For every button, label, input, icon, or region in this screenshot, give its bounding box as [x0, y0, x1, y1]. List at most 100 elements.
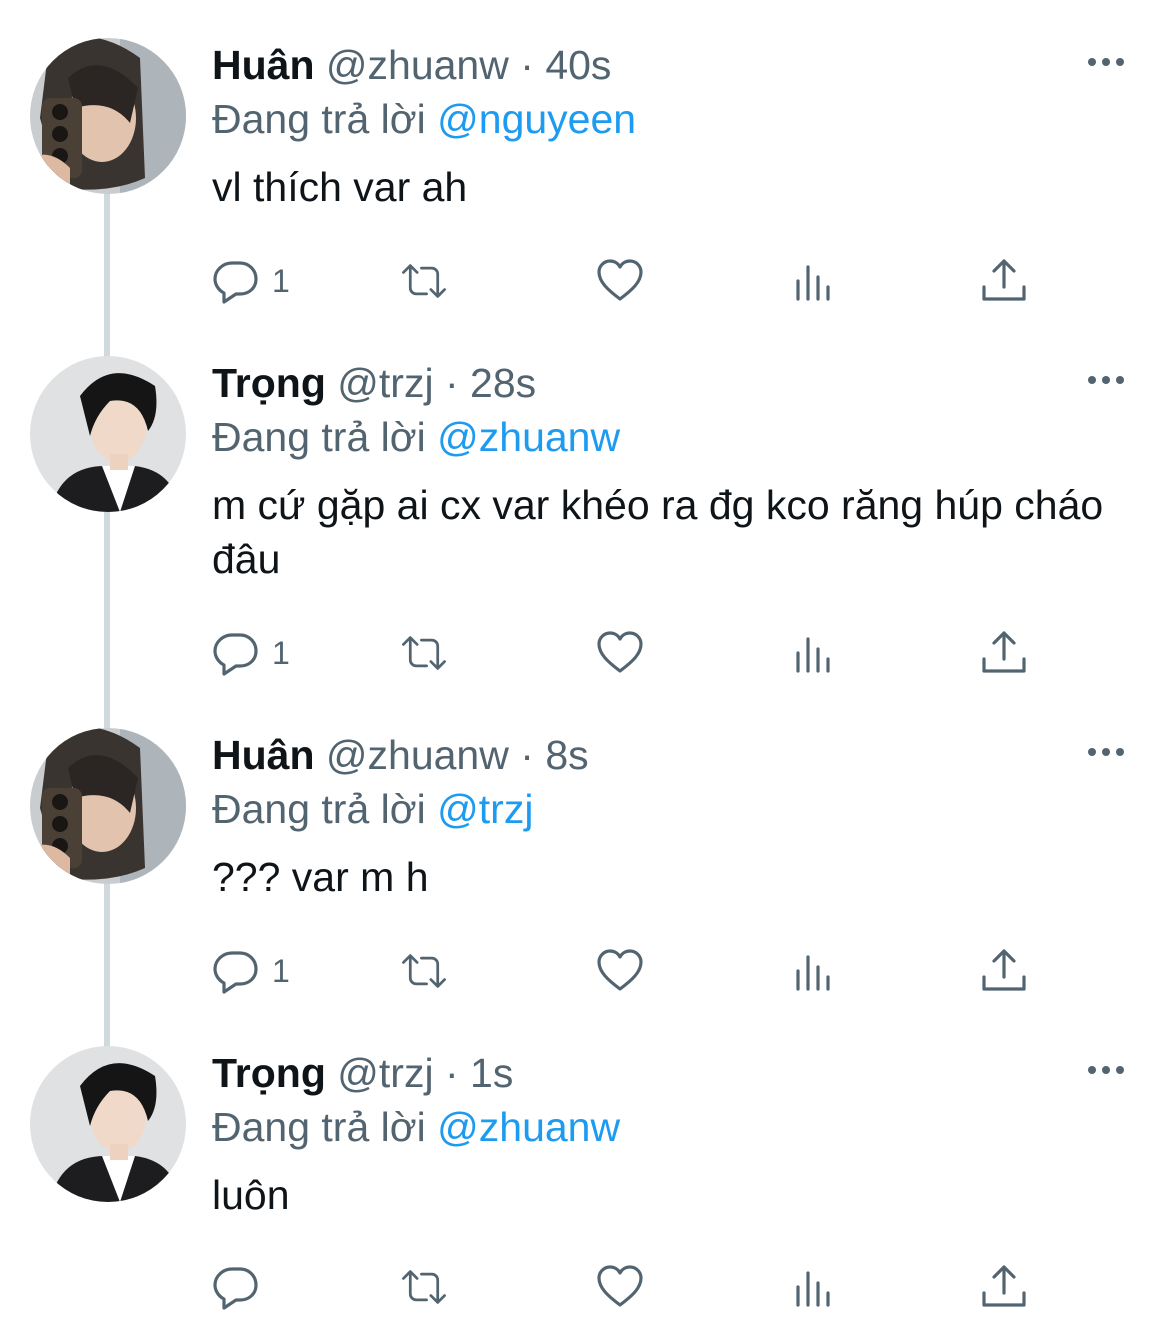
reply-prefix: Đang trả lời [212, 786, 426, 832]
analytics-button[interactable] [790, 1262, 838, 1312]
reply-prefix: Đang trả lời [212, 414, 426, 460]
tweet-content: Trọng @trzj · 1s Đang trả lời @zhuanw lu… [212, 1046, 1110, 1222]
tweet-content: Huân @zhuanw · 8s Đang trả lời @trzj ???… [212, 728, 1110, 904]
timestamp[interactable]: 1s [470, 1050, 513, 1096]
author-name[interactable]: Huân [212, 732, 315, 778]
share-icon [982, 259, 1026, 301]
separator: · [520, 732, 534, 778]
timestamp[interactable]: 8s [545, 732, 588, 778]
analytics-button[interactable] [790, 256, 838, 306]
reply-mention-link[interactable]: @zhuanw [437, 414, 620, 460]
reply-button[interactable]: 1 [212, 256, 290, 306]
avatar[interactable] [30, 1046, 186, 1202]
tweet-content: Trọng @trzj · 28s Đang trả lời @zhuanw m… [212, 356, 1110, 586]
author-handle[interactable]: @trzj [337, 1050, 433, 1096]
analytics-button[interactable] [790, 946, 838, 996]
like-icon [597, 949, 643, 991]
separator: · [520, 42, 534, 88]
retweet-icon [402, 954, 446, 988]
reply-icon [213, 951, 258, 994]
tweet-text: ??? var m h [212, 854, 429, 900]
tweet-thread: Huân @zhuanw · 40s Đang trả lời @nguyeen… [0, 0, 1170, 1340]
author-handle[interactable]: @trzj [337, 360, 433, 406]
reply-count: 1 [272, 262, 290, 299]
more-icon[interactable] [1086, 744, 1126, 760]
avatar[interactable] [30, 356, 186, 512]
separator: · [444, 1050, 459, 1096]
retweet-button[interactable] [400, 628, 448, 678]
analytics-icon [796, 955, 830, 991]
reply-mention-link[interactable]: @zhuanw [437, 1104, 620, 1150]
author-name[interactable]: Trọng [212, 360, 326, 406]
reply-mention-link[interactable]: @trzj [437, 786, 533, 832]
tweet-header: Trọng @trzj · 28s [212, 356, 1110, 410]
tweet-text: vl thích var ah [212, 164, 468, 210]
reply-context: Đang trả lời @zhuanw [212, 410, 1110, 464]
like-button[interactable] [596, 946, 644, 996]
tweet-actions: 1 [212, 628, 1042, 678]
tweet-text: luôn [212, 1172, 290, 1218]
reply-context: Đang trả lời @zhuanw [212, 1100, 1110, 1154]
retweet-button[interactable] [400, 1262, 448, 1312]
share-button[interactable] [980, 1262, 1028, 1312]
reply-mention-link[interactable]: @nguyeen [437, 96, 636, 142]
reply-context: Đang trả lời @trzj [212, 782, 1110, 836]
huan-avatar-icon [30, 38, 186, 194]
reply-icon [213, 633, 258, 676]
like-button[interactable] [596, 628, 644, 678]
tweet-text: m cứ gặp ai cx var khéo ra đg kco răng h… [212, 482, 1104, 582]
timestamp[interactable]: 40s [545, 42, 611, 88]
share-icon [982, 1265, 1026, 1307]
retweet-button[interactable] [400, 946, 448, 996]
analytics-icon [796, 265, 830, 301]
retweet-icon [402, 636, 446, 670]
reply-button[interactable]: 1 [212, 628, 290, 678]
trong-avatar-icon [30, 1046, 186, 1202]
tweet-actions [212, 1262, 1042, 1312]
reply-prefix: Đang trả lời [212, 1104, 426, 1150]
tweet-header: Huân @zhuanw · 40s [212, 38, 1110, 92]
reply-count: 1 [272, 634, 290, 671]
share-icon [982, 631, 1026, 673]
share-icon [982, 949, 1026, 991]
tweet-header: Huân @zhuanw · 8s [212, 728, 1110, 782]
timestamp[interactable]: 28s [470, 360, 536, 406]
thread-line [104, 882, 110, 1052]
more-icon[interactable] [1086, 1062, 1126, 1078]
reply-button[interactable]: 1 [212, 946, 290, 996]
trong-avatar-icon [30, 356, 186, 512]
analytics-icon [796, 1271, 830, 1307]
reply-button[interactable] [212, 1262, 272, 1312]
like-icon [597, 1265, 643, 1307]
avatar[interactable] [30, 38, 186, 194]
avatar[interactable] [30, 728, 186, 884]
analytics-button[interactable] [790, 628, 838, 678]
retweet-button[interactable] [400, 256, 448, 306]
huan-avatar-icon [30, 728, 186, 884]
author-name[interactable]: Huân [212, 42, 315, 88]
author-handle[interactable]: @zhuanw [326, 732, 509, 778]
thread-line [104, 190, 110, 360]
tweet-header: Trọng @trzj · 1s [212, 1046, 1110, 1100]
analytics-icon [796, 637, 830, 673]
reply-count: 1 [272, 952, 290, 989]
separator: · [444, 360, 459, 406]
like-button[interactable] [596, 1262, 644, 1312]
author-name[interactable]: Trọng [212, 1050, 326, 1096]
reply-context: Đang trả lời @nguyeen [212, 92, 1110, 146]
share-button[interactable] [980, 628, 1028, 678]
more-icon[interactable] [1086, 54, 1126, 70]
reply-icon [213, 1267, 258, 1310]
author-handle[interactable]: @zhuanw [326, 42, 509, 88]
share-button[interactable] [980, 256, 1028, 306]
like-button[interactable] [596, 256, 644, 306]
tweet-actions: 1 [212, 946, 1042, 996]
like-icon [597, 631, 643, 673]
retweet-icon [402, 1270, 446, 1304]
thread-line [104, 510, 110, 732]
reply-icon [213, 261, 258, 304]
share-button[interactable] [980, 946, 1028, 996]
more-icon[interactable] [1086, 372, 1126, 388]
reply-prefix: Đang trả lời [212, 96, 426, 142]
retweet-icon [402, 264, 446, 298]
